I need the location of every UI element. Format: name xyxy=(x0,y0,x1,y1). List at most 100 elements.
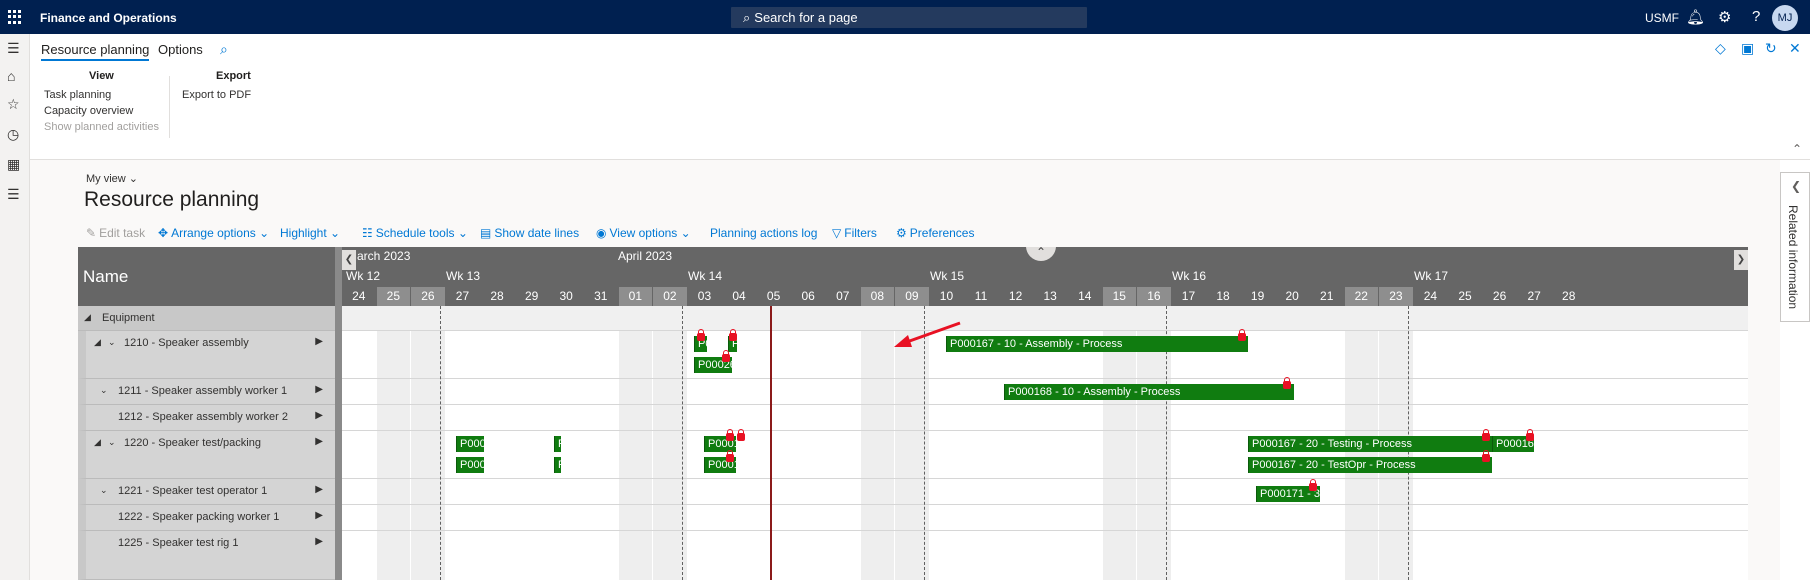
weekend-column xyxy=(618,330,653,580)
day-cell: 29 xyxy=(524,289,539,303)
task-bar[interactable]: P000168 - 10 - Assembly - Process xyxy=(1004,384,1294,400)
capacity-overview-button[interactable]: Capacity overview xyxy=(44,105,133,117)
caret-right-icon[interactable]: ▶ xyxy=(315,436,323,447)
show-date-lines-button[interactable]: ▤ Show date lines xyxy=(480,226,579,240)
edit-task-button[interactable]: ✎ Edit task xyxy=(86,226,145,240)
week-separator xyxy=(440,306,441,580)
arrange-options-button[interactable]: ✥ Arrange options ⌄ xyxy=(158,226,269,240)
left-navigation: ☰ ⌂ ☆ ◷ ▦ ☰ xyxy=(0,34,30,580)
help-icon[interactable]: ? xyxy=(1752,8,1760,25)
task-bar[interactable]: P000167 - 20 - TestOpr - Process xyxy=(1248,457,1492,473)
app-title[interactable]: Finance and Operations xyxy=(40,11,177,25)
timeline-next-button[interactable]: ❯ xyxy=(1734,250,1748,270)
schedule-tools-button[interactable]: ☷ Schedule tools ⌄ xyxy=(362,226,468,240)
tab-options[interactable]: Options xyxy=(158,42,203,57)
day-cell: 27 xyxy=(1527,289,1541,303)
day-cell: 12 xyxy=(1008,289,1023,303)
task-bar[interactable]: P000167 - 10 - Assembly - Process xyxy=(946,336,1248,352)
task-bar[interactable]: P0003 xyxy=(456,436,484,452)
clock-icon[interactable]: ◷ xyxy=(7,126,19,143)
tree-row-label: 1225 - Speaker test rig 1 xyxy=(118,537,239,549)
caret-right-icon[interactable]: ▶ xyxy=(315,484,323,495)
tree-row-1225[interactable]: 1225 - Speaker test rig 1 ▶ xyxy=(78,531,335,580)
planning-actions-log-button[interactable]: Planning actions log xyxy=(710,226,817,240)
gantt-timeline: March 2023 April 2023 Wk 12 Wk 13 Wk 14 … xyxy=(342,247,1748,580)
group-title-export: Export xyxy=(216,70,251,82)
modules-icon[interactable]: ☰ xyxy=(7,186,20,203)
highlight-button[interactable]: Highlight ⌄ xyxy=(280,226,340,240)
week-label: Wk 17 xyxy=(1414,269,1449,283)
row-divider xyxy=(342,478,1748,479)
name-column-header: Name xyxy=(78,247,335,306)
app-launcher-icon[interactable] xyxy=(8,10,22,24)
home-icon[interactable]: ⌂ xyxy=(7,68,15,84)
chevron-down-icon[interactable]: ⌄ xyxy=(100,385,108,396)
search-input[interactable]: ⌕ Search for a page xyxy=(731,7,1087,28)
view-options-button[interactable]: ◉ View options ⌄ xyxy=(596,226,691,240)
refresh-icon[interactable]: ↻ xyxy=(1765,40,1777,57)
view-selector[interactable]: My view ⌄ xyxy=(86,172,138,185)
hamburger-icon[interactable]: ☰ xyxy=(7,40,20,57)
collapse-triangle-icon[interactable]: ◢ xyxy=(84,312,91,323)
caret-right-icon[interactable]: ▶ xyxy=(315,536,323,547)
related-information-pane[interactable]: ❮ Related information xyxy=(1780,172,1810,322)
caret-right-icon[interactable]: ▶ xyxy=(315,336,323,347)
bell-icon[interactable]: 🔔︎ xyxy=(1686,8,1705,26)
schedule-tools-label: Schedule tools xyxy=(375,226,455,240)
chevron-up-icon[interactable]: ⌃ xyxy=(1792,142,1802,156)
weekend-column xyxy=(1344,330,1379,580)
office-icon[interactable]: ▣ xyxy=(1741,40,1754,57)
workspaces-icon[interactable]: ▦ xyxy=(7,156,20,173)
tree-row-1222[interactable]: 1222 - Speaker packing worker 1 ▶ xyxy=(78,505,335,531)
lock-icon xyxy=(1482,450,1490,462)
tree-row-1212[interactable]: 1212 - Speaker assembly worker 2 ▶ xyxy=(78,405,335,431)
tree-row-1210[interactable]: ◢ ⌄ 1210 - Speaker assembly ▶ xyxy=(78,331,335,379)
day-cell: 25 xyxy=(1458,289,1472,303)
show-planned-activities-button[interactable]: Show planned activities xyxy=(44,121,159,133)
task-bar[interactable]: P000167 - 20 - Testing - Process xyxy=(1248,436,1492,452)
day-cell: 24 xyxy=(1423,289,1438,303)
action-search-icon[interactable]: ⌕ xyxy=(220,41,228,58)
collapse-triangle-icon[interactable]: ◢ xyxy=(94,437,101,448)
row-divider xyxy=(342,404,1748,405)
day-cell: 07 xyxy=(836,289,850,303)
tab-resource-planning[interactable]: Resource planning xyxy=(41,42,150,61)
top-navigation-bar: Finance and Operations ⌕ Search for a pag… xyxy=(0,0,1810,34)
filters-button[interactable]: ▽ Filters xyxy=(832,226,877,240)
tree-row-1211[interactable]: ⌄ 1211 - Speaker assembly worker 1 ▶ xyxy=(78,379,335,405)
weekend-column xyxy=(376,330,411,580)
export-to-pdf-button[interactable]: Export to PDF xyxy=(182,89,251,101)
chevron-down-icon[interactable]: ⌄ xyxy=(108,337,116,348)
chevron-down-icon[interactable]: ⌄ xyxy=(100,485,108,496)
task-bar[interactable]: P xyxy=(554,457,561,473)
timeline-previous-button[interactable]: ❮ xyxy=(342,250,356,270)
tree-row-equipment[interactable]: ◢ Equipment xyxy=(78,306,335,331)
month-label: March 2023 xyxy=(347,249,411,263)
gear-icon[interactable]: ⚙ xyxy=(1718,8,1731,26)
tree-row-label: 1221 - Speaker test operator 1 xyxy=(118,485,268,497)
task-bar[interactable]: P0003 xyxy=(456,457,484,473)
preferences-button[interactable]: ⚙ Preferences xyxy=(896,226,974,240)
gantt-tree: Name ◢ Equipment ◢ ⌄ 1210 - Speaker asse… xyxy=(78,247,335,580)
collapse-triangle-icon[interactable]: ◢ xyxy=(94,337,101,348)
caret-right-icon[interactable]: ▶ xyxy=(315,510,323,521)
close-icon[interactable]: ✕ xyxy=(1789,40,1801,57)
day-cell: 22 xyxy=(1344,287,1379,306)
gantt-splitter[interactable] xyxy=(335,247,342,580)
task-planning-button[interactable]: Task planning xyxy=(44,89,111,101)
tree-row-1221[interactable]: ⌄ 1221 - Speaker test operator 1 ▶ xyxy=(78,479,335,505)
chevron-down-icon: ⌄ xyxy=(259,226,270,240)
company-selector[interactable]: USMF xyxy=(1645,11,1679,25)
day-cell: 08 xyxy=(860,287,895,306)
avatar[interactable]: MJ xyxy=(1772,5,1798,31)
chevron-down-icon[interactable]: ⌄ xyxy=(108,437,116,448)
day-cell: 13 xyxy=(1043,289,1057,303)
task-bar[interactable]: P xyxy=(554,436,561,452)
month-label: April 2023 xyxy=(618,249,673,263)
diamond-icon[interactable]: ◇ xyxy=(1715,40,1726,57)
chevron-down-icon: ⌄ xyxy=(128,173,139,185)
caret-right-icon[interactable]: ▶ xyxy=(315,384,323,395)
tree-row-1220[interactable]: ◢ ⌄ 1220 - Speaker test/packing ▶ xyxy=(78,431,335,479)
caret-right-icon[interactable]: ▶ xyxy=(315,410,323,421)
star-icon[interactable]: ☆ xyxy=(7,96,20,113)
